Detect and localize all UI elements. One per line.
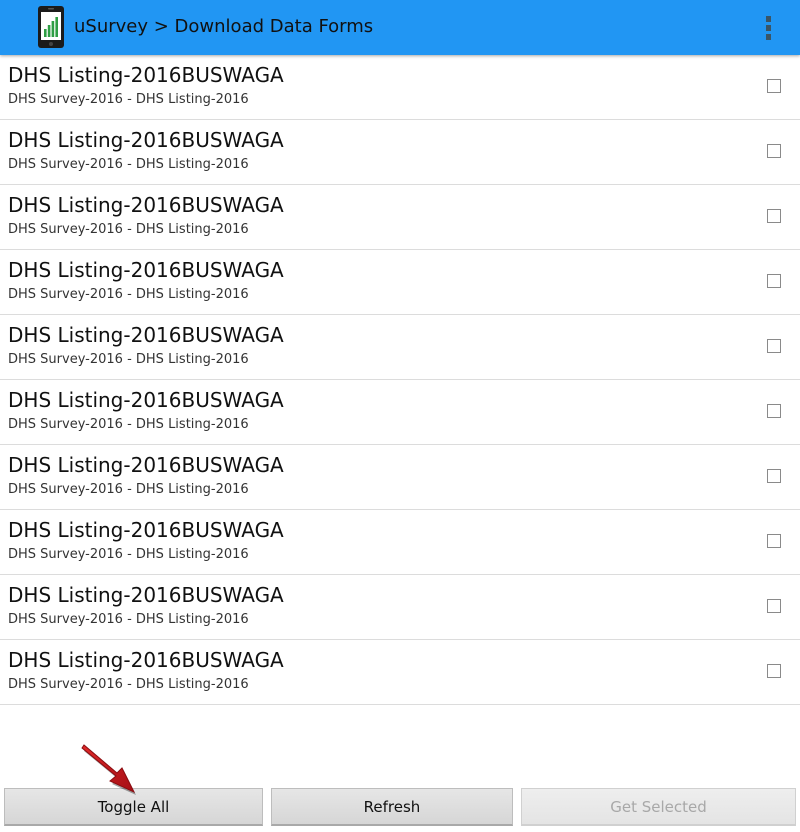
refresh-button[interactable]: Refresh	[271, 788, 513, 826]
form-subtitle: DHS Survey-2016 - DHS Listing-2016	[8, 287, 249, 302]
list-item[interactable]: DHS Listing-2016BUSWAGA DHS Survey-2016 …	[0, 185, 800, 250]
form-title: DHS Listing-2016BUSWAGA	[8, 258, 284, 282]
form-title: DHS Listing-2016BUSWAGA	[8, 518, 284, 542]
form-list: DHS Listing-2016BUSWAGA DHS Survey-2016 …	[0, 55, 800, 705]
list-item[interactable]: DHS Listing-2016BUSWAGA DHS Survey-2016 …	[0, 120, 800, 185]
form-title: DHS Listing-2016BUSWAGA	[8, 323, 284, 347]
overflow-menu-icon[interactable]	[756, 12, 780, 42]
list-item[interactable]: DHS Listing-2016BUSWAGA DHS Survey-2016 …	[0, 640, 800, 705]
form-checkbox[interactable]	[767, 664, 781, 678]
list-item[interactable]: DHS Listing-2016BUSWAGA DHS Survey-2016 …	[0, 575, 800, 640]
form-subtitle: DHS Survey-2016 - DHS Listing-2016	[8, 417, 249, 432]
page-title: uSurvey > Download Data Forms	[74, 16, 374, 37]
form-checkbox[interactable]	[767, 404, 781, 418]
form-title: DHS Listing-2016BUSWAGA	[8, 193, 284, 217]
get-selected-button: Get Selected	[521, 788, 796, 826]
form-checkbox[interactable]	[767, 209, 781, 223]
form-subtitle: DHS Survey-2016 - DHS Listing-2016	[8, 352, 249, 367]
list-item[interactable]: DHS Listing-2016BUSWAGA DHS Survey-2016 …	[0, 55, 800, 120]
list-item[interactable]: DHS Listing-2016BUSWAGA DHS Survey-2016 …	[0, 315, 800, 380]
phone-chart-icon[interactable]	[37, 5, 65, 49]
form-title: DHS Listing-2016BUSWAGA	[8, 453, 284, 477]
form-checkbox[interactable]	[767, 79, 781, 93]
red-arrow-pointer-icon	[81, 744, 136, 795]
form-title: DHS Listing-2016BUSWAGA	[8, 583, 284, 607]
form-subtitle: DHS Survey-2016 - DHS Listing-2016	[8, 222, 249, 237]
form-subtitle: DHS Survey-2016 - DHS Listing-2016	[8, 92, 249, 107]
form-checkbox[interactable]	[767, 144, 781, 158]
form-subtitle: DHS Survey-2016 - DHS Listing-2016	[8, 677, 249, 692]
form-subtitle: DHS Survey-2016 - DHS Listing-2016	[8, 612, 249, 627]
list-item[interactable]: DHS Listing-2016BUSWAGA DHS Survey-2016 …	[0, 445, 800, 510]
action-bar: uSurvey > Download Data Forms	[0, 0, 800, 55]
form-title: DHS Listing-2016BUSWAGA	[8, 388, 284, 412]
form-checkbox[interactable]	[767, 599, 781, 613]
form-title: DHS Listing-2016BUSWAGA	[8, 128, 284, 152]
list-item[interactable]: DHS Listing-2016BUSWAGA DHS Survey-2016 …	[0, 380, 800, 445]
form-title: DHS Listing-2016BUSWAGA	[8, 63, 284, 87]
form-title: DHS Listing-2016BUSWAGA	[8, 648, 284, 672]
list-item[interactable]: DHS Listing-2016BUSWAGA DHS Survey-2016 …	[0, 250, 800, 315]
form-subtitle: DHS Survey-2016 - DHS Listing-2016	[8, 157, 249, 172]
list-item[interactable]: DHS Listing-2016BUSWAGA DHS Survey-2016 …	[0, 510, 800, 575]
form-checkbox[interactable]	[767, 339, 781, 353]
form-subtitle: DHS Survey-2016 - DHS Listing-2016	[8, 482, 249, 497]
form-checkbox[interactable]	[767, 274, 781, 288]
form-checkbox[interactable]	[767, 469, 781, 483]
app-screen: uSurvey > Download Data Forms DHS Listin…	[0, 0, 800, 832]
form-subtitle: DHS Survey-2016 - DHS Listing-2016	[8, 547, 249, 562]
form-checkbox[interactable]	[767, 534, 781, 548]
